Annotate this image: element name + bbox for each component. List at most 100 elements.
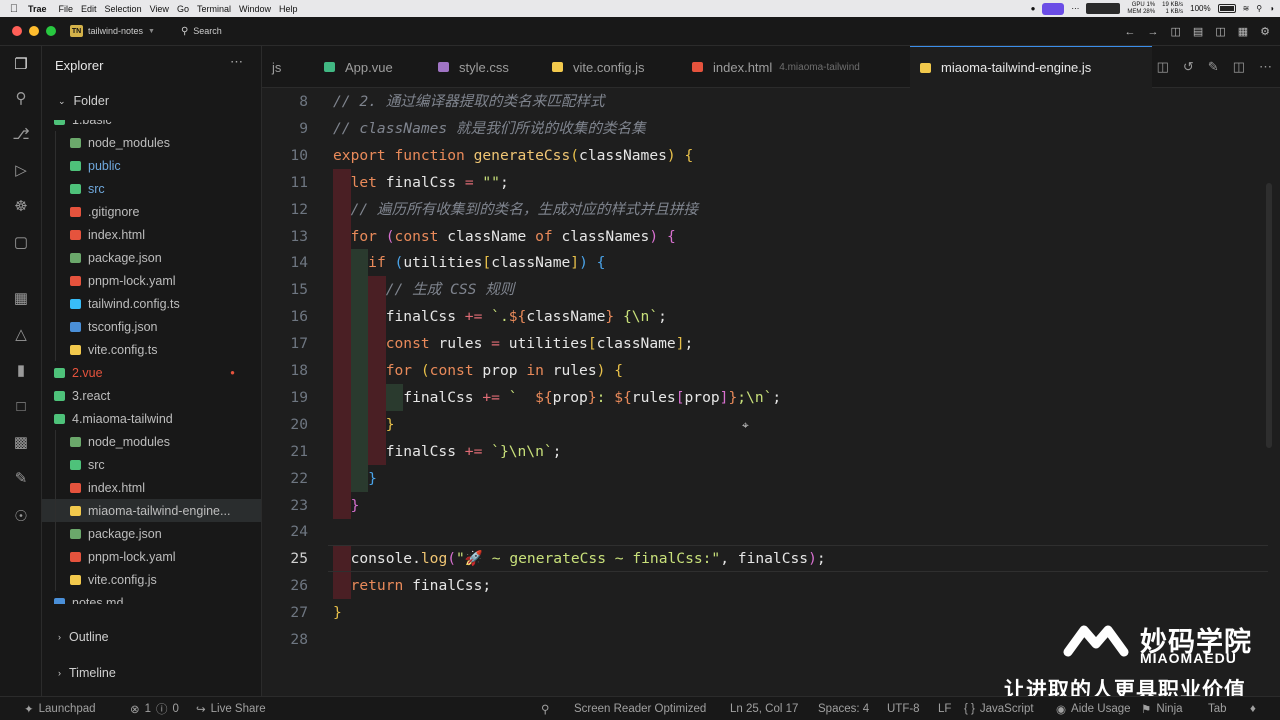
run-debug-icon[interactable]: ▷ [11, 160, 31, 180]
editor-tab[interactable]: js [262, 46, 314, 88]
menu-selection[interactable]: Selection [105, 4, 150, 14]
tree-item[interactable]: vite.config.js [42, 568, 261, 591]
code-line[interactable]: 19 finalCss += ` ${prop}: ${rules[prop]}… [262, 384, 1262, 411]
search-icon[interactable]: ⚲ [1256, 4, 1262, 13]
folder-icon[interactable]: □ [11, 396, 31, 416]
source-control-icon[interactable]: ⎇ [11, 124, 31, 144]
menu-go[interactable]: Go [177, 4, 197, 14]
testing-flask-icon[interactable]: △ [11, 324, 31, 344]
tab-mode[interactable]: Tab [1208, 697, 1227, 720]
extensions-icon[interactable]: ▦ [11, 288, 31, 308]
battery-icon[interactable] [1217, 4, 1236, 13]
explorer-files-icon[interactable]: ❐ [11, 54, 31, 74]
search-icon[interactable]: ⚲ [11, 88, 31, 108]
aide-usage-item[interactable]: ◉ Aide Usage [1056, 697, 1131, 720]
record-icon[interactable]: ● [1031, 4, 1036, 13]
menu-app[interactable]: Trae [28, 4, 59, 14]
bug-icon[interactable]: ☸ [11, 196, 31, 216]
editor-tab[interactable]: App.vue [314, 46, 428, 88]
code-line[interactable]: 23 } [262, 492, 1262, 519]
control-center-icon[interactable]: ◑ [1269, 4, 1274, 13]
layout-icon[interactable]: ▦ [1238, 25, 1248, 38]
split-right-icon[interactable]: ◫ [1233, 59, 1245, 75]
tree-item[interactable]: pnpm-lock.yaml [42, 545, 261, 568]
forward-arrow-icon[interactable]: → [1148, 26, 1159, 38]
code-line[interactable]: 16 finalCss += `.${className} {\n`; [262, 303, 1262, 330]
bookmark-icon[interactable]: ▮ [11, 360, 31, 380]
end-of-line[interactable]: LF [938, 697, 951, 720]
tree-item[interactable]: 1.basic [42, 120, 261, 131]
notifications-bell-icon[interactable]: ♦ [1250, 697, 1256, 720]
toggle-panel-icon[interactable]: ▤ [1193, 25, 1203, 38]
launchpad-item[interactable]: ✦ Launchpad [24, 697, 96, 720]
code-editor[interactable]: 8 // 2. 通过编译器提取的类名来匹配样式 9 // classNames 就是我… [262, 88, 1280, 696]
git-lens-icon[interactable]: ☉ [11, 506, 31, 526]
code-line[interactable]: 15 // 生成 CSS 规则 [262, 276, 1262, 303]
split-editor-icon[interactable]: ◫ [1157, 59, 1169, 75]
more-actions-icon[interactable]: ⋯ [230, 54, 243, 70]
problems-item[interactable]: ⊗ 1 ⓘ 0 [130, 697, 179, 720]
tree-item[interactable]: 3.react [42, 384, 261, 407]
tree-item[interactable]: index.html [42, 476, 261, 499]
live-share-item[interactable]: ↪ Live Share [196, 697, 266, 720]
tree-item[interactable]: src [42, 453, 261, 476]
code-line[interactable]: 22 } [262, 465, 1262, 492]
tree-item[interactable]: notes.md [42, 591, 261, 604]
folder-section-header[interactable]: ⌄ Folder [58, 94, 109, 108]
vertical-scrollbar[interactable] [1266, 183, 1272, 448]
code-line[interactable]: 26 return finalCss; [262, 572, 1262, 599]
tree-item[interactable]: tsconfig.json [42, 315, 261, 338]
tree-item[interactable]: miaoma-tailwind-engine... [42, 499, 261, 522]
editor-tab[interactable]: vite.config.js [542, 46, 682, 88]
cursor-position[interactable]: Ln 25, Col 17 [730, 697, 798, 720]
project-switcher[interactable]: TN tailwind-notes ▼ [70, 25, 155, 37]
menu-window[interactable]: Window [239, 4, 279, 14]
back-arrow-icon[interactable]: ← [1125, 26, 1136, 38]
encoding[interactable]: UTF-8 [887, 697, 920, 720]
code-line[interactable]: 8 // 2. 通过编译器提取的类名来匹配样式 [262, 88, 1262, 115]
tree-item[interactable]: node_modules [42, 430, 261, 453]
brush-icon[interactable]: ✎ [11, 468, 31, 488]
command-search[interactable]: ⚲ Search [181, 26, 222, 37]
code-line[interactable]: 11 let finalCss = ""; [262, 169, 1262, 196]
code-line[interactable]: 24 [262, 518, 1262, 545]
timeline-section-header[interactable]: › Timeline [58, 666, 116, 680]
editor-tab[interactable]: index.html 4.miaoma-tailwind [682, 46, 910, 88]
tree-item[interactable]: index.html [42, 223, 261, 246]
zoom-window-button[interactable] [46, 26, 56, 36]
menu-file[interactable]: File [59, 4, 82, 14]
menu-edit[interactable]: Edit [81, 4, 105, 14]
toggle-sidebar-icon[interactable]: ◫ [1171, 25, 1181, 38]
tree-item[interactable]: 4.miaoma-tailwind [42, 407, 261, 430]
tree-item[interactable]: node_modules [42, 131, 261, 154]
code-line[interactable]: 18 for (const prop in rules) { [262, 357, 1262, 384]
editor-tab[interactable]: miaoma-tailwind-engine.js [910, 46, 1152, 88]
ninja-item[interactable]: ⚑ Ninja [1141, 697, 1183, 720]
remote-explorer-icon[interactable]: ▢ [11, 232, 31, 252]
wifi-icon[interactable]: ≋ [1243, 4, 1250, 13]
code-line[interactable]: 20 } [262, 411, 1262, 438]
settings-gear-icon[interactable]: ⚙ [1260, 25, 1270, 38]
minimize-window-button[interactable] [29, 26, 39, 36]
editor-tab[interactable]: style.css [428, 46, 542, 88]
code-line[interactable]: 14 if (utilities[className]) { [262, 249, 1262, 276]
tree-item[interactable]: 2.vue ● [42, 361, 261, 384]
tree-item[interactable]: package.json [42, 246, 261, 269]
code-line[interactable]: 13 for (const className of classNames) { [262, 223, 1262, 250]
tree-item[interactable]: vite.config.ts [42, 338, 261, 361]
more-icon[interactable]: ⋯ [1071, 4, 1079, 13]
menu-view[interactable]: View [150, 4, 177, 14]
tree-item[interactable]: public [42, 154, 261, 177]
timeline-grid-icon[interactable]: ▩ [11, 432, 31, 452]
code-line[interactable]: 17 const rules = utilities[className]; [262, 330, 1262, 357]
code-line[interactable]: 25 console.log("🚀 ~ generateCss ~ finalC… [262, 545, 1262, 572]
apple-icon[interactable]:  [0, 3, 28, 15]
code-line[interactable]: 10 export function generateCss(classNames… [262, 142, 1262, 169]
language-mode[interactable]: { } JavaScript [964, 697, 1034, 720]
menu-help[interactable]: Help [279, 4, 306, 14]
tree-item[interactable]: package.json [42, 522, 261, 545]
indentation[interactable]: Spaces: 4 [818, 697, 869, 720]
tree-item[interactable]: tailwind.config.ts [42, 292, 261, 315]
edit-pencil-icon[interactable]: ✎ [1208, 59, 1219, 75]
outline-section-header[interactable]: › Outline [58, 630, 109, 644]
